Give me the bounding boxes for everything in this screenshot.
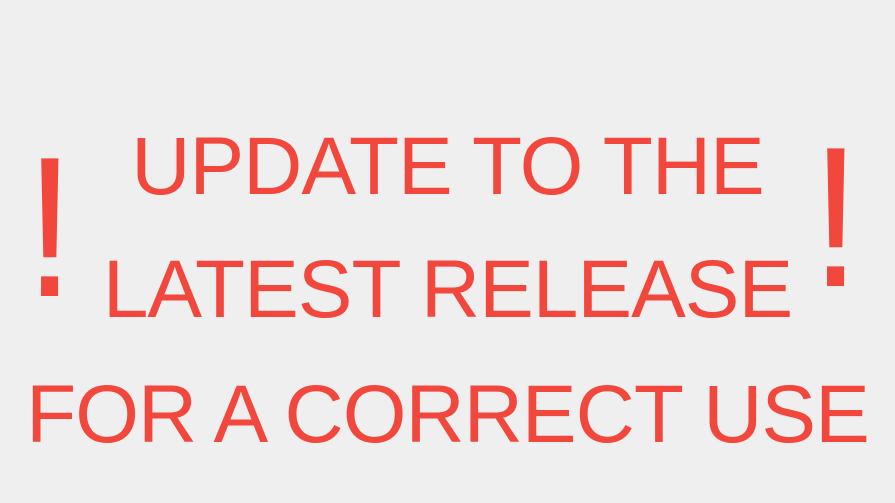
notice-line-2: LATEST RELEASE <box>102 244 793 335</box>
notice-line-3: FOR A CORRECT USE <box>26 369 870 460</box>
update-notice: ! ! UPDATE TO THE LATEST RELEASE FOR A C… <box>0 0 895 503</box>
notice-line-1: UPDATE TO THE <box>131 121 765 212</box>
